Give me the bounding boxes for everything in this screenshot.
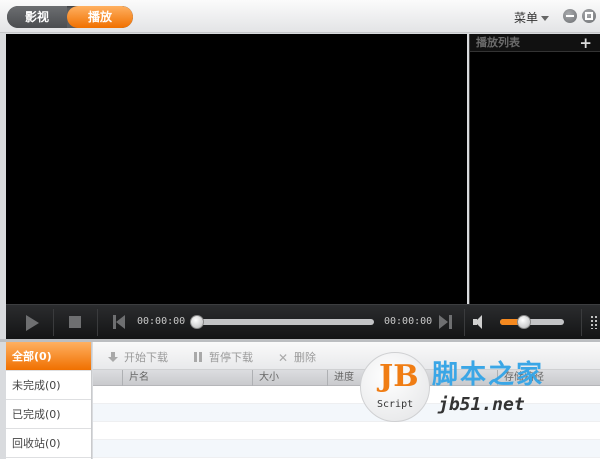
- menu-label: 菜单: [514, 11, 539, 25]
- video-display[interactable]: [6, 34, 467, 304]
- title-bar: 影视 播放 菜单: [0, 0, 600, 33]
- delete-button[interactable]: ✕ 删除: [278, 349, 316, 365]
- divider: [97, 309, 98, 336]
- chevron-down-icon: [541, 16, 550, 21]
- previous-button[interactable]: [113, 315, 127, 329]
- add-playlist-icon[interactable]: +: [579, 34, 592, 52]
- watermark-site-name: 脚本之家: [432, 360, 545, 390]
- table-row: [93, 422, 600, 440]
- seek-handle[interactable]: [190, 315, 204, 329]
- sidebar-item-unfinished[interactable]: 未完成(0): [6, 371, 91, 400]
- total-time: 00:00:00: [384, 316, 433, 327]
- volume-icon[interactable]: [473, 315, 489, 329]
- pause-download-button[interactable]: 暂停下载: [193, 349, 253, 365]
- pause-download-label: 暂停下载: [209, 351, 253, 364]
- tab-play[interactable]: 播放: [67, 6, 133, 28]
- watermark-badge-sub: Script: [377, 399, 414, 410]
- playlist-panel: 播放列表 +: [469, 34, 600, 304]
- divider: [464, 309, 465, 336]
- table-row: [93, 440, 600, 458]
- volume-slider[interactable]: [500, 315, 564, 329]
- sidebar-item-finished[interactable]: 已完成(0): [6, 400, 91, 429]
- playlist-title: 播放列表: [476, 36, 520, 49]
- watermark-badge-text: JB: [379, 359, 419, 394]
- maximize-button[interactable]: [582, 9, 596, 23]
- close-icon: ✕: [278, 351, 289, 365]
- grip-handle-icon[interactable]: [590, 315, 598, 329]
- sidebar-item-all[interactable]: 全部(0): [6, 342, 91, 371]
- current-time: 00:00:00: [137, 316, 186, 327]
- watermark-logo: JB Script: [360, 352, 430, 422]
- tab-movies[interactable]: 影视: [7, 6, 67, 28]
- divider: [53, 309, 54, 336]
- main-menu-button[interactable]: 菜单: [514, 9, 550, 26]
- delete-label: 删除: [294, 351, 316, 364]
- download-icon: [108, 352, 118, 362]
- start-download-button[interactable]: 开始下载: [108, 349, 168, 365]
- mode-tabs: 影视 播放: [7, 6, 133, 28]
- play-button[interactable]: [26, 315, 39, 331]
- sidebar-item-recycle-bin[interactable]: 回收站(0): [6, 429, 91, 458]
- watermark: JB Script 脚本之家 jb51.net: [360, 352, 600, 422]
- playlist-header: 播放列表 +: [470, 34, 600, 52]
- column-header-check[interactable]: [93, 370, 123, 386]
- divider: [581, 309, 582, 336]
- stop-button[interactable]: [69, 316, 81, 328]
- start-download-label: 开始下载: [124, 351, 168, 364]
- watermark-url: jb51.net: [438, 394, 525, 415]
- volume-handle[interactable]: [516, 315, 531, 329]
- next-button[interactable]: [439, 315, 453, 329]
- column-header-name[interactable]: 片名: [123, 370, 253, 386]
- pause-icon: [193, 352, 203, 362]
- column-header-size[interactable]: 大小: [253, 370, 328, 386]
- download-sidebar: 全部(0) 未完成(0) 已完成(0) 回收站(0): [6, 342, 92, 459]
- minimize-button[interactable]: [563, 9, 577, 23]
- playback-controls: 00:00:00 00:00:00: [6, 304, 600, 339]
- seek-bar[interactable]: [190, 315, 374, 329]
